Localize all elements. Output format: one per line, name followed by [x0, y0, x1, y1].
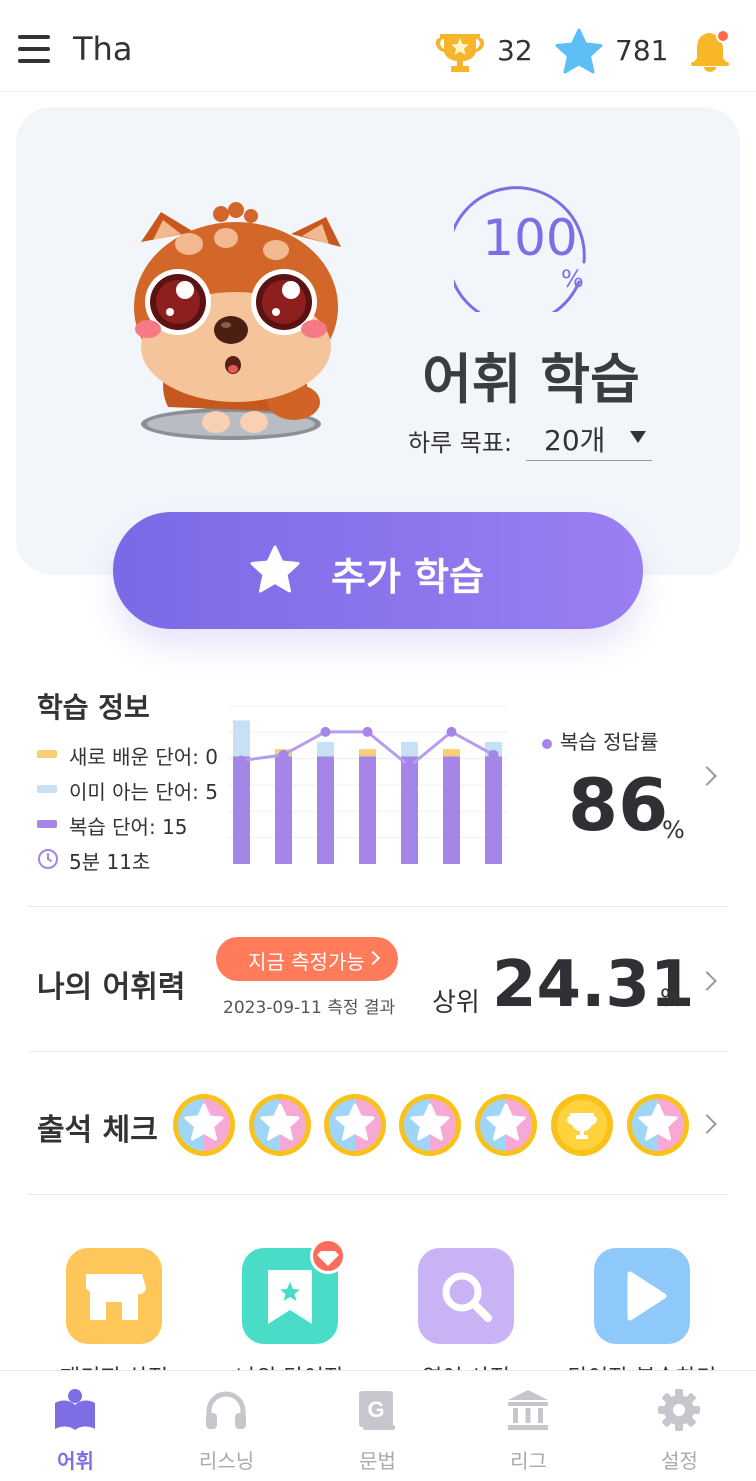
clock-icon — [38, 849, 58, 869]
store-icon — [86, 1274, 146, 1320]
study-chart — [228, 705, 508, 864]
svg-text:G: G — [367, 1397, 384, 1422]
chart-bar — [401, 741, 418, 757]
grammar-book-icon: G — [359, 1391, 395, 1430]
chart-bar — [443, 756, 460, 864]
trophy-medal-icon — [551, 1094, 613, 1156]
review-accuracy-unit: % — [662, 816, 685, 844]
chart-bar — [233, 756, 250, 864]
chart-bar — [359, 756, 376, 864]
chart-bar — [485, 756, 502, 864]
star-medal-icon — [399, 1094, 461, 1156]
vocab-level-title: 나의 어휘력 — [37, 970, 186, 1005]
accuracy-point — [278, 749, 289, 760]
chevron-right-icon[interactable] — [697, 971, 717, 991]
chart-bar — [317, 756, 334, 864]
attendance-title: 출석 체크 — [37, 1113, 158, 1148]
accuracy-point — [362, 726, 373, 737]
gem-icon — [310, 1238, 346, 1274]
nav-label: 리스닝 — [198, 1449, 255, 1473]
store-shortcut[interactable] — [66, 1248, 162, 1344]
star-count: 781 — [615, 34, 669, 67]
bell-icon[interactable] — [688, 27, 734, 73]
chevron-right-icon[interactable] — [697, 1114, 717, 1134]
measure-now-button[interactable]: 지금 측정가능 — [216, 937, 398, 981]
nav-label: 리그 — [510, 1449, 547, 1473]
caret-down-icon — [630, 431, 646, 443]
accuracy-point — [404, 761, 415, 772]
nav-league[interactable]: 리그 — [453, 1371, 604, 1481]
accuracy-point — [236, 755, 247, 766]
app-screen: Tha 32 781 100 % 어휘 학습 하루 목표: 20개 추가 학습 … — [0, 0, 756, 1481]
daily-goal-value: 20개 — [544, 424, 606, 457]
measure-now-label: 지금 측정가능 — [248, 950, 365, 974]
nav-label: 설정 — [661, 1449, 698, 1473]
nav-label: 문법 — [359, 1449, 396, 1473]
league-icon — [508, 1390, 548, 1430]
chart-bar — [401, 756, 418, 864]
accuracy-point — [488, 749, 499, 760]
rank-label: 상위 — [432, 988, 480, 1018]
daily-goal-select[interactable]: 20개 — [526, 415, 652, 461]
search-icon — [442, 1272, 492, 1322]
book-icon — [55, 1389, 95, 1430]
dog-mascot — [134, 202, 341, 440]
vocab-study-card: 100 % 어휘 학습 하루 목표: 20개 — [16, 107, 740, 575]
chart-bar — [359, 749, 376, 757]
review-accuracy-value: 86 — [568, 763, 669, 847]
chart-bar — [275, 756, 292, 864]
hamburger-menu-icon[interactable] — [18, 33, 52, 63]
nav-listening[interactable]: 리스닝 — [151, 1371, 302, 1481]
star-medal-icon — [324, 1094, 386, 1156]
divider — [28, 1194, 728, 1195]
progress-unit: % — [561, 265, 584, 293]
chevron-right-icon — [365, 950, 381, 966]
extra-study-button[interactable]: 추가 학습 — [113, 512, 643, 629]
review-accuracy-label: 복습 정답률 — [542, 726, 658, 755]
chart-bar — [233, 720, 250, 757]
headphones-icon — [206, 1391, 246, 1429]
daily-goal-label: 하루 목표: — [408, 429, 513, 457]
play-icon — [627, 1271, 667, 1321]
divider — [28, 906, 728, 907]
star-medal-icon — [173, 1094, 235, 1156]
top-bar: Tha 32 781 — [0, 0, 756, 92]
rank-unit: % — [660, 984, 683, 1012]
chevron-right-icon[interactable] — [697, 766, 717, 786]
accuracy-point — [446, 726, 457, 737]
review-play-shortcut[interactable] — [594, 1248, 690, 1344]
star-icon[interactable] — [554, 28, 604, 74]
trophy-count: 32 — [497, 34, 533, 67]
chart-bar — [443, 749, 460, 757]
star-medal-icon — [627, 1094, 689, 1156]
gear-icon — [658, 1389, 700, 1431]
username: Tha — [73, 30, 133, 68]
extra-study-label: 추가 학습 — [331, 555, 485, 599]
measure-date: 2023-09-11 측정 결과 — [223, 998, 396, 1018]
nav-grammar[interactable]: G 문법 — [302, 1371, 453, 1481]
study-info-panel[interactable]: 학습 정보 새로 배운 단어: 0 이미 아는 단어: 5 복습 단어: 15 … — [0, 668, 756, 908]
study-info-title: 학습 정보 — [37, 691, 150, 724]
nav-vocab[interactable]: 어휘 — [0, 1371, 151, 1481]
bottom-navigation: 어휘 리스닝 G 문법 리그 설정 — [0, 1370, 756, 1481]
chart-bar — [317, 741, 334, 757]
progress-value: 100 — [482, 209, 578, 267]
nav-settings[interactable]: 설정 — [604, 1371, 755, 1481]
star-medal-icon — [475, 1094, 537, 1156]
dictionary-shortcut[interactable] — [418, 1248, 514, 1344]
divider — [28, 1051, 728, 1052]
nav-label: 어휘 — [57, 1449, 94, 1473]
section-title: 어휘 학습 — [422, 348, 640, 411]
accuracy-point — [320, 726, 331, 737]
star-icon — [250, 545, 300, 593]
star-medal-icon — [249, 1094, 311, 1156]
trophy-icon[interactable] — [432, 30, 488, 74]
